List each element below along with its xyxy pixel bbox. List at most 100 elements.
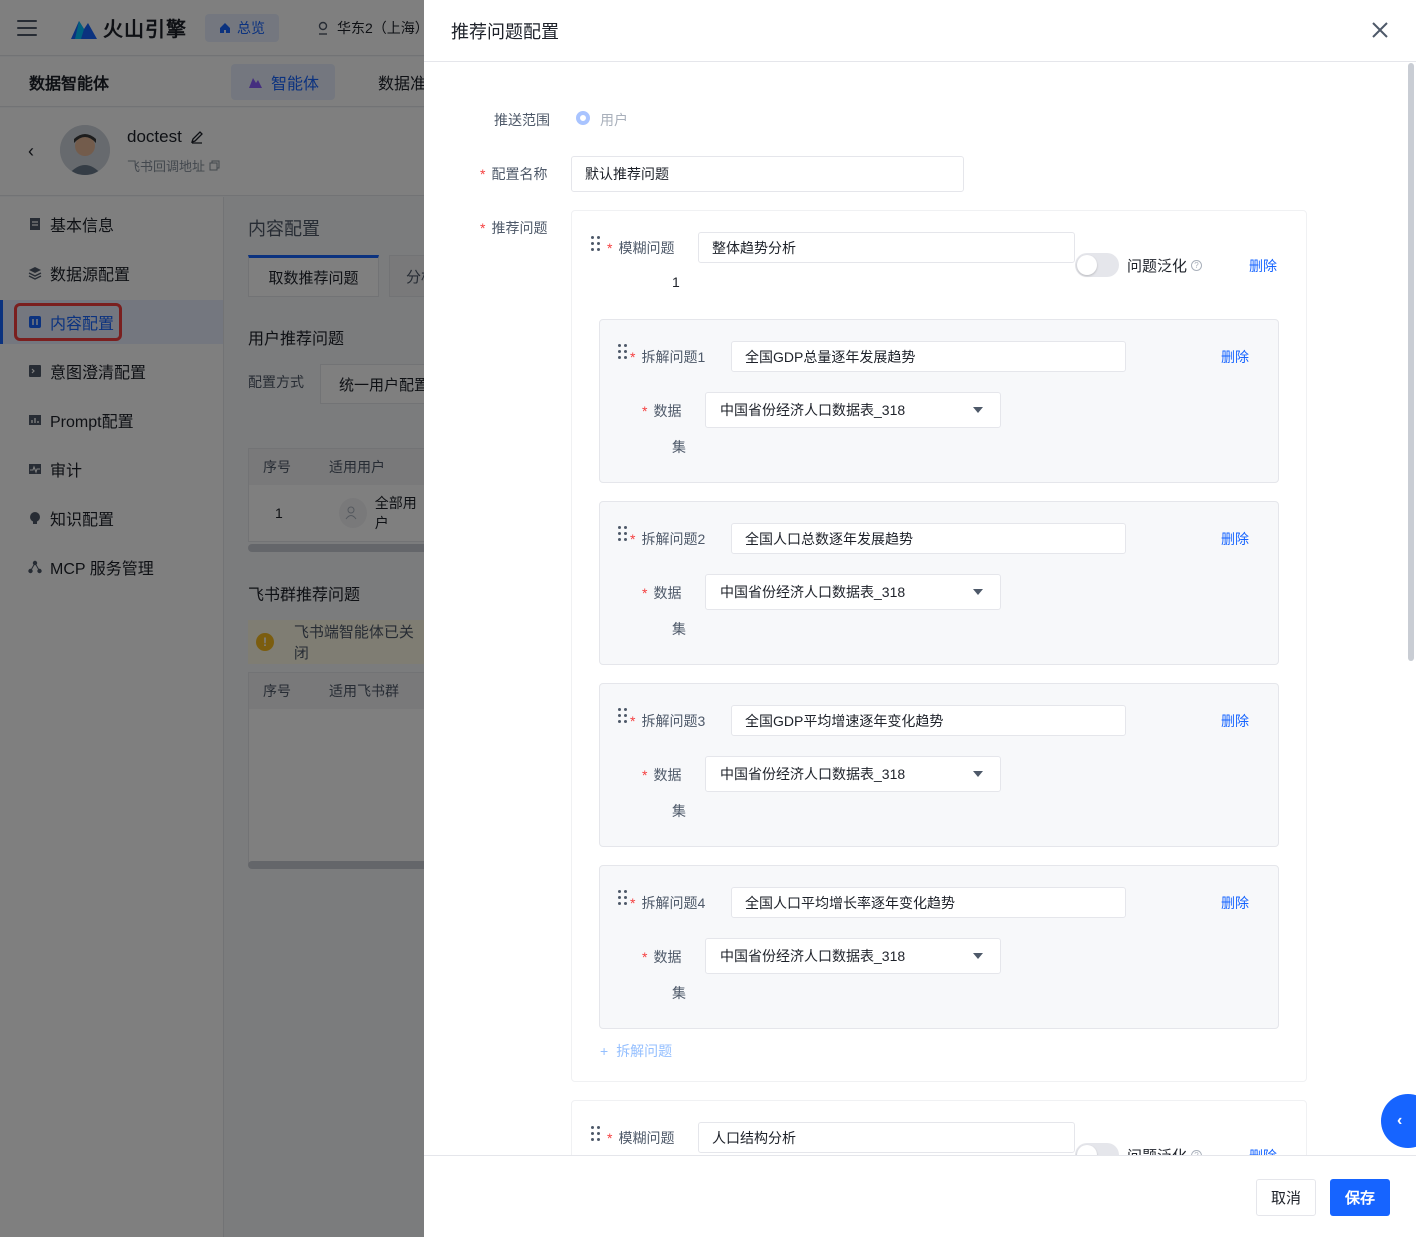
fuzzy-question-input[interactable]: 整体趋势分析: [698, 232, 1075, 263]
sub-question-card: * 拆解问题4 全国人口平均增长率逐年变化趋势 删除 * 数据 集 中国省份经济人口…: [599, 865, 1279, 1029]
required-mark: *: [630, 349, 636, 365]
close-icon[interactable]: [1370, 20, 1390, 40]
delete-sub-button[interactable]: 删除: [1221, 529, 1249, 549]
dataset-select[interactable]: 中国省份经济人口数据表_318: [705, 392, 1001, 428]
delete-fuzzy-button[interactable]: 删除: [1249, 1146, 1277, 1155]
generalize-label: 问题泛化?: [1127, 255, 1203, 276]
sub-question-label: * 拆解问题3: [630, 711, 705, 731]
add-sub-question-label: 拆解问题: [616, 1043, 673, 1059]
required-mark: *: [480, 220, 486, 236]
scope-label: 推送范围: [494, 112, 550, 128]
caret-down-icon: [973, 771, 983, 777]
caret-down-icon: [973, 953, 983, 959]
drag-handle-icon[interactable]: [618, 526, 628, 542]
dataset-select[interactable]: 中国省份经济人口数据表_318: [705, 756, 1001, 792]
required-mark: *: [642, 585, 648, 601]
questions-label: * 推荐问题: [480, 218, 547, 238]
drag-handle-icon[interactable]: [591, 236, 601, 252]
dataset-label-wrap: 集: [672, 621, 686, 637]
sub-question-label: * 拆解问题1: [630, 347, 705, 367]
fuzzy-question-input[interactable]: 人口结构分析: [698, 1122, 1075, 1153]
fuzzy-question-card: * 模糊问题 1 整体趋势分析 问题泛化? 删除 * 拆解问题1 全国GDP总量逐年…: [571, 210, 1307, 1082]
fuzzy-question-index: 1: [672, 274, 680, 290]
dataset-label-wrap: 集: [672, 803, 686, 819]
sub-question-card: * 拆解问题1 全国GDP总量逐年发展趋势 删除 * 数据 集 中国省份经济人口数据…: [599, 319, 1279, 483]
dataset-label-wrap: 集: [672, 439, 686, 455]
required-mark: *: [607, 1130, 613, 1146]
drawer-scrollbar[interactable]: [1408, 63, 1414, 661]
config-name-label-text: 配置名称: [491, 166, 548, 182]
drag-handle-icon[interactable]: [618, 708, 628, 724]
drawer-header: 推荐问题配置: [424, 0, 1416, 62]
sub-question-label-text: 拆解问题4: [641, 895, 706, 911]
delete-sub-button[interactable]: 删除: [1221, 347, 1249, 367]
drag-handle-icon[interactable]: [618, 890, 628, 906]
required-mark: *: [607, 240, 613, 256]
sub-question-input[interactable]: 全国人口总数逐年发展趋势: [731, 523, 1126, 554]
fuzzy-question-label: * 模糊问题: [607, 1128, 674, 1148]
required-mark: *: [630, 531, 636, 547]
save-button[interactable]: 保存: [1330, 1179, 1390, 1216]
sub-question-label: * 拆解问题4: [630, 893, 705, 913]
fuzzy-question-label: * 模糊问题: [607, 238, 674, 258]
plus-icon: +: [600, 1043, 609, 1059]
caret-down-icon: [973, 407, 983, 413]
dataset-select[interactable]: 中国省份经济人口数据表_318: [705, 574, 1001, 610]
dataset-select-value: 中国省份经济人口数据表_318: [720, 766, 906, 782]
generalize-label-text: 问题泛化: [1127, 1145, 1187, 1155]
caret-down-icon: [973, 589, 983, 595]
dataset-select-value: 中国省份经济人口数据表_318: [720, 402, 906, 418]
config-name-input[interactable]: 默认推荐问题: [571, 156, 964, 192]
sub-question-input[interactable]: 全国人口平均增长率逐年变化趋势: [731, 887, 1126, 918]
scope-radio-label: 用户: [600, 112, 628, 128]
config-name-label: * 配置名称: [480, 164, 547, 184]
fuzzy-question-card: * 模糊问题 人口结构分析 问题泛化? 删除: [571, 1100, 1307, 1155]
generalize-label: 问题泛化?: [1127, 1145, 1203, 1155]
required-mark: *: [642, 949, 648, 965]
dataset-select-value: 中国省份经济人口数据表_318: [720, 948, 906, 964]
drawer-body: 推送范围 用户 * 配置名称 默认推荐问题 * 推荐问题 * 模糊问题 1 整体趋势分…: [424, 63, 1416, 1155]
dataset-label: * 数据: [642, 947, 681, 967]
generalize-switch[interactable]: [1075, 253, 1119, 277]
required-mark: *: [480, 166, 486, 182]
sub-question-input[interactable]: 全国GDP总量逐年发展趋势: [731, 341, 1126, 372]
dataset-select-value: 中国省份经济人口数据表_318: [720, 584, 906, 600]
drag-handle-icon[interactable]: [618, 344, 628, 360]
sub-question-input[interactable]: 全国GDP平均增速逐年变化趋势: [731, 705, 1126, 736]
sub-question-label: * 拆解问题2: [630, 529, 705, 549]
required-mark: *: [642, 403, 648, 419]
sub-question-label-text: 拆解问题1: [641, 349, 706, 365]
sub-question-card: * 拆解问题2 全国人口总数逐年发展趋势 删除 * 数据 集 中国省份经济人口数据表…: [599, 501, 1279, 665]
dataset-label-text: 数据: [653, 585, 682, 601]
delete-sub-button[interactable]: 删除: [1221, 711, 1249, 731]
questions-label-text: 推荐问题: [491, 220, 548, 236]
dataset-label: * 数据: [642, 401, 681, 421]
dataset-label-text: 数据: [653, 767, 682, 783]
delete-fuzzy-button[interactable]: 删除: [1249, 256, 1277, 276]
dataset-label: * 数据: [642, 765, 681, 785]
cancel-button[interactable]: 取消: [1256, 1179, 1316, 1216]
generalize-label-text: 问题泛化: [1127, 258, 1188, 275]
chevron-left-icon: ‹: [1397, 1112, 1403, 1129]
generalize-switch[interactable]: [1075, 1143, 1119, 1155]
required-mark: *: [630, 713, 636, 729]
dataset-label-wrap: 集: [672, 985, 686, 1001]
dataset-select[interactable]: 中国省份经济人口数据表_318: [705, 938, 1001, 974]
help-icon[interactable]: ?: [1191, 260, 1203, 271]
recommend-config-drawer: 推荐问题配置 推送范围 用户 * 配置名称 默认推荐问题 * 推荐问题 * 模糊问题 …: [424, 0, 1416, 1237]
fuzzy-question-label-text: 模糊问题: [618, 1130, 675, 1146]
sub-question-label-text: 拆解问题2: [641, 531, 706, 547]
dataset-label-text: 数据: [653, 949, 682, 965]
scope-radio[interactable]: [576, 111, 590, 125]
drawer-title: 推荐问题配置: [451, 21, 559, 42]
required-mark: *: [642, 767, 648, 783]
fuzzy-question-label-text: 模糊问题: [618, 240, 675, 256]
required-mark: *: [630, 895, 636, 911]
drawer-footer: 取消 保存: [424, 1155, 1416, 1237]
sub-question-label-text: 拆解问题3: [641, 713, 706, 729]
add-sub-question-button[interactable]: + 拆解问题: [600, 1041, 672, 1061]
drag-handle-icon[interactable]: [591, 1126, 601, 1142]
sub-question-card: * 拆解问题3 全国GDP平均增速逐年变化趋势 删除 * 数据 集 中国省份经济人口…: [599, 683, 1279, 847]
delete-sub-button[interactable]: 删除: [1221, 893, 1249, 913]
dataset-label: * 数据: [642, 583, 681, 603]
